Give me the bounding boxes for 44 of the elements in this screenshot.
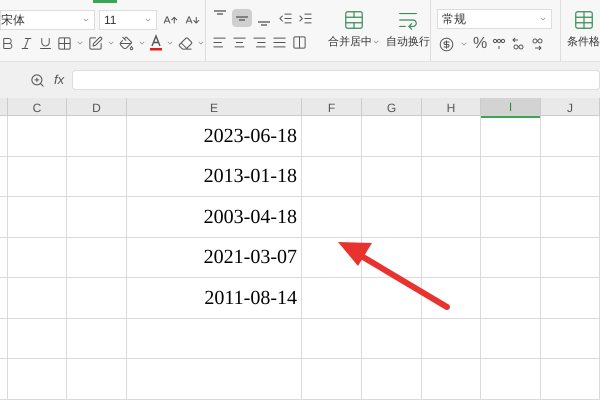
font-name-field[interactable]: 宋体 — [0, 10, 95, 30]
percent-button[interactable]: % — [473, 35, 488, 53]
conditional-format-button[interactable]: 条件格 — [567, 0, 600, 61]
font-size-field[interactable]: 11 — [99, 10, 157, 30]
align-icon — [257, 21, 271, 26]
caret-icon[interactable] — [107, 39, 115, 47]
table-cell: 2021-03-07 — [127, 238, 302, 277]
decrease-decimal-icon[interactable] — [530, 37, 544, 51]
fill-bucket-icon[interactable] — [119, 34, 134, 52]
ribbon-tab-indicator — [93, 0, 117, 3]
number-format-dropdown[interactable]: 常规 — [437, 9, 552, 29]
caret-icon[interactable] — [197, 39, 205, 47]
vertical-align-button[interactable] — [232, 9, 252, 27]
cell-style-icon[interactable] — [88, 34, 103, 52]
caret-icon[interactable] — [460, 40, 468, 48]
caret-icon — [82, 16, 90, 24]
thousands-separator-icon[interactable] — [492, 37, 506, 51]
table-cell: 2011-08-14 — [127, 278, 302, 318]
wrap-text-button[interactable]: 自动换行 — [386, 9, 430, 61]
table-cell: 2003-04-18 — [127, 197, 302, 236]
merge-label: 合并居中 — [328, 34, 372, 50]
font-color-icon[interactable] — [150, 34, 162, 52]
caret-icon — [144, 16, 152, 24]
caret-icon[interactable] — [76, 39, 84, 47]
column-header[interactable]: G — [362, 98, 422, 118]
align-icon — [213, 10, 227, 15]
increase-decimal-icon[interactable] — [511, 37, 526, 51]
caret-icon — [539, 15, 547, 23]
currency-icon[interactable] — [437, 35, 455, 53]
merge-cells-icon — [343, 9, 365, 31]
column-header[interactable]: D — [67, 98, 127, 118]
formula-input[interactable] — [72, 70, 600, 90]
column-header[interactable]: C — [8, 98, 67, 118]
align-icon — [235, 16, 249, 20]
column-header[interactable]: E — [127, 98, 302, 118]
merge-center-button[interactable]: 合并居中 — [328, 9, 380, 61]
table-cell: 2023-06-18 — [127, 116, 302, 156]
caret-icon[interactable] — [166, 39, 174, 47]
column-header[interactable]: F — [302, 98, 362, 118]
table-cell: 2013-01-18 — [127, 156, 302, 196]
column-header[interactable]: J — [541, 98, 600, 118]
table-grid-icon — [572, 9, 594, 31]
fx-label: fx — [54, 71, 64, 90]
caret-icon[interactable] — [138, 39, 146, 47]
